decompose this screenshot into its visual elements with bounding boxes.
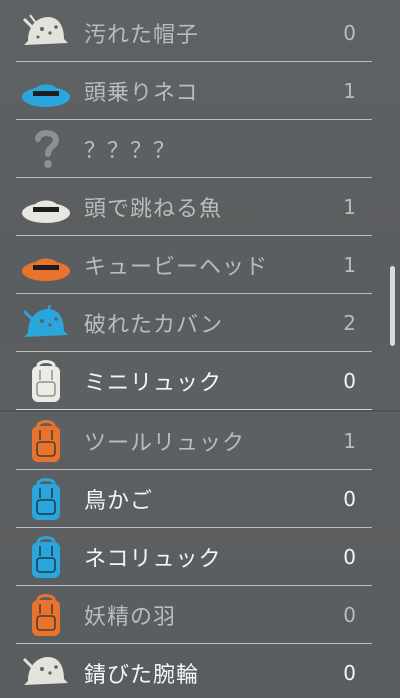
blue-backpack-icon [20,533,72,581]
item-name: 頭乗りネコ [84,81,199,106]
list-item[interactable]: ミニリュック 0 [0,352,386,410]
blue-backpack-icon [20,475,72,523]
item-count: 1 [343,195,356,219]
rusty-bracelet-icon [20,649,72,697]
white-backpack-icon [20,357,72,405]
item-name: 鳥かご [84,489,154,514]
item-name: ツールリュック [84,431,246,456]
list-item[interactable]: ネコリュック 0 [0,528,386,586]
item-count: 1 [343,429,356,453]
item-count: 0 [343,21,356,45]
item-name: ？？？？ [84,139,177,164]
item-count: 0 [343,369,356,393]
scrollbar[interactable] [390,266,395,346]
list-item[interactable]: 妖精の羽 0 [0,586,386,644]
list-item[interactable]: 錆びた腕輪 0 [0,644,386,698]
list-item[interactable]: 破れたカバン 2 [0,294,386,352]
dirty-hat-icon [20,9,72,57]
item-name: 錆びた腕輪 [84,663,200,688]
item-name: 汚れた帽子 [84,23,200,48]
orange-backpack-icon [20,417,72,465]
item-count: 0 [343,661,356,685]
item-count: 1 [343,253,356,277]
item-name: 破れたカバン [84,313,224,338]
item-name: 妖精の羽 [84,605,177,630]
list-divider-band [0,410,400,412]
white-hat-icon [20,183,72,231]
list-item[interactable]: 汚れた帽子 0 [0,4,386,62]
torn-bag-icon [20,299,72,347]
item-count: 1 [343,79,356,103]
blue-hat-icon [20,67,72,115]
unknown-question-icon [20,125,72,173]
item-name: 頭で跳ねる魚 [84,197,223,222]
item-count: 0 [343,603,356,627]
list-item[interactable]: 頭乗りネコ 1 [0,62,386,120]
list-item[interactable]: 鳥かご 0 [0,470,386,528]
item-count: 0 [343,487,356,511]
item-name: ミニリュック [84,371,223,396]
list-item[interactable]: 頭で跳ねる魚 1 [0,178,386,236]
list-item[interactable]: ツールリュック 1 [0,412,386,470]
list-item[interactable]: キュービーヘッド 1 [0,236,386,294]
orange-backpack-icon [20,591,72,639]
item-count: 0 [343,545,356,569]
item-name: ネコリュック [84,547,222,572]
orange-hat-icon [20,241,72,289]
item-list[interactable]: 汚れた帽子 0 頭乗りネコ 1 ？？？？ 頭で跳ねる魚 1 キュービーヘッド 1… [0,0,400,698]
list-item[interactable]: ？？？？ [0,120,386,178]
item-name: キュービーヘッド [84,255,269,280]
item-count: 2 [343,311,356,335]
